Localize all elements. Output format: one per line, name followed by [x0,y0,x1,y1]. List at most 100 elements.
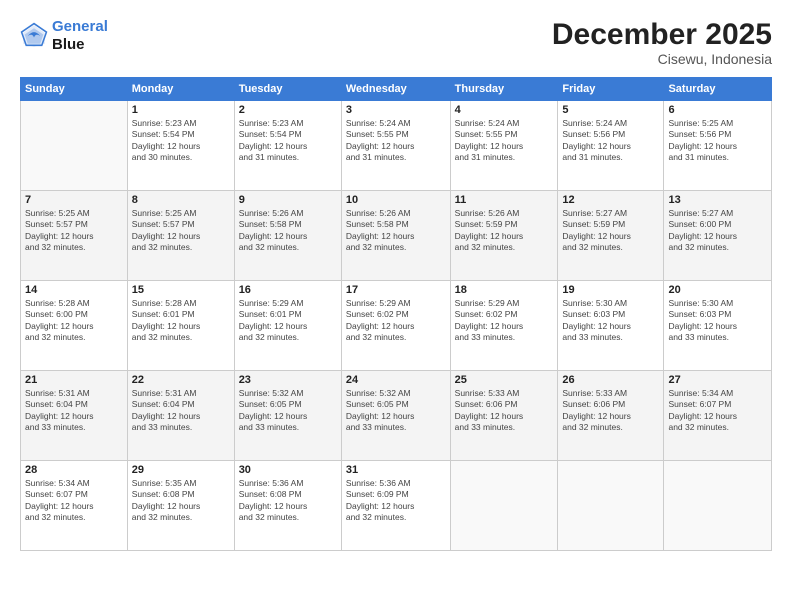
day-info: Sunrise: 5:33 AMSunset: 6:06 PMDaylight:… [562,388,659,434]
calendar-cell: 10Sunrise: 5:26 AMSunset: 5:58 PMDayligh… [341,191,450,281]
calendar-cell: 9 Sunrise: 5:26 AMSunset: 5:58 PMDaylight… [234,191,341,281]
calendar-cell: 25Sunrise: 5:33 AMSunset: 6:06 PMDayligh… [450,371,558,461]
day-number: 27 [668,374,767,386]
day-info: Sunrise: 5:36 AMSunset: 6:09 PMDaylight:… [346,478,446,524]
day-number: 29 [132,464,230,476]
day-number: 19 [562,284,659,296]
calendar-cell: 21Sunrise: 5:31 AMSunset: 6:04 PMDayligh… [21,371,128,461]
day-info: Sunrise: 5:26 AMSunset: 5:58 PMDaylight:… [239,208,337,254]
calendar-cell: 1Sunrise: 5:23 AMSunset: 5:54 PMDaylight… [127,101,234,191]
day-info: Sunrise: 5:28 AMSunset: 6:01 PMDaylight:… [132,298,230,344]
day-number: 4 [455,104,554,116]
calendar-cell: 18 Sunrise: 5:29 AMSunset: 6:02 PMDayligh… [450,281,558,371]
day-info: Sunrise: 5:29 AMSunset: 6:02 PMDaylight:… [455,298,554,344]
day-number: 9 [239,194,337,206]
calendar-row-4: 21 Sunrise: 5:31 AMSunset: 6:04 PMDayligh… [21,371,772,461]
day-info: Sunrise: 5:34 AMSunset: 6:07 PMDaylight:… [25,478,123,524]
day-number: 20 [668,284,767,296]
day-info: Sunrise: 5:36 AMSunset: 6:08 PMDaylight:… [239,478,337,524]
calendar-cell: 7 Sunrise: 5:25 AMSunset: 5:57 PMDaylight… [21,191,128,281]
calendar-cell: 14Sunrise: 5:28 AMSunset: 6:00 PMDayligh… [21,281,128,371]
calendar-cell: 27 Sunrise: 5:34 AMSunset: 6:07 PMDayligh… [664,371,772,461]
day-info: Sunrise: 5:23 AMSunset: 5:54 PMDaylight:… [239,118,337,164]
day-number: 12 [562,194,659,206]
calendar-cell: 29 Sunrise: 5:35 AMSunset: 6:08 PMDayligh… [127,461,234,551]
day-number: 24 [346,374,446,386]
day-number: 1 [132,104,230,116]
col-tuesday: Tuesday [234,78,341,101]
day-info: Sunrise: 5:24 AMSunset: 5:56 PMDaylight:… [562,118,659,164]
calendar-cell: 4 Sunrise: 5:24 AMSunset: 5:55 PMDaylight… [450,101,558,191]
calendar-row-3: 14Sunrise: 5:28 AMSunset: 6:00 PMDayligh… [21,281,772,371]
day-info: Sunrise: 5:29 AMSunset: 6:02 PMDaylight:… [346,298,446,344]
day-number: 13 [668,194,767,206]
calendar-cell: 19 Sunrise: 5:30 AMSunset: 6:03 PMDayligh… [558,281,664,371]
page-header: General Blue December 2025 Cisewu, Indon… [20,18,772,67]
day-number: 8 [132,194,230,206]
calendar-table: Sunday Monday Tuesday Wednesday Thursday… [20,77,772,551]
calendar-cell: 16Sunrise: 5:29 AMSunset: 6:01 PMDayligh… [234,281,341,371]
calendar-cell: 12 Sunrise: 5:27 AMSunset: 5:59 PMDayligh… [558,191,664,281]
col-sunday: Sunday [21,78,128,101]
day-number: 28 [25,464,123,476]
calendar-cell: 13Sunrise: 5:27 AMSunset: 6:00 PMDayligh… [664,191,772,281]
main-title: December 2025 [552,18,772,51]
calendar-cell: 17 Sunrise: 5:29 AMSunset: 6:02 PMDayligh… [341,281,450,371]
calendar-cell: 5 Sunrise: 5:24 AMSunset: 5:56 PMDaylight… [558,101,664,191]
col-thursday: Thursday [450,78,558,101]
calendar-row-2: 7 Sunrise: 5:25 AMSunset: 5:57 PMDaylight… [21,191,772,281]
calendar-cell: 23Sunrise: 5:32 AMSunset: 6:05 PMDayligh… [234,371,341,461]
calendar-cell: 8 Sunrise: 5:25 AMSunset: 5:57 PMDaylight… [127,191,234,281]
title-block: December 2025 Cisewu, Indonesia [552,18,772,67]
calendar-cell: 26 Sunrise: 5:33 AMSunset: 6:06 PMDayligh… [558,371,664,461]
day-info: Sunrise: 5:25 AMSunset: 5:57 PMDaylight:… [132,208,230,254]
calendar-row-5: 28 Sunrise: 5:34 AMSunset: 6:07 PMDayligh… [21,461,772,551]
day-info: Sunrise: 5:30 AMSunset: 6:03 PMDaylight:… [668,298,767,344]
day-number: 23 [239,374,337,386]
calendar-cell [558,461,664,551]
day-info: Sunrise: 5:34 AMSunset: 6:07 PMDaylight:… [668,388,767,434]
day-number: 11 [455,194,554,206]
col-friday: Friday [558,78,664,101]
day-info: Sunrise: 5:32 AMSunset: 6:05 PMDaylight:… [346,388,446,434]
day-number: 7 [25,194,123,206]
calendar-cell: 28 Sunrise: 5:34 AMSunset: 6:07 PMDayligh… [21,461,128,551]
day-info: Sunrise: 5:25 AMSunset: 5:57 PMDaylight:… [25,208,123,254]
col-saturday: Saturday [664,78,772,101]
day-info: Sunrise: 5:27 AMSunset: 5:59 PMDaylight:… [562,208,659,254]
day-number: 18 [455,284,554,296]
calendar-cell: 31 Sunrise: 5:36 AMSunset: 6:09 PMDayligh… [341,461,450,551]
day-number: 31 [346,464,446,476]
day-number: 30 [239,464,337,476]
calendar-cell: 22 Sunrise: 5:31 AMSunset: 6:04 PMDayligh… [127,371,234,461]
calendar-cell: 20 Sunrise: 5:30 AMSunset: 6:03 PMDayligh… [664,281,772,371]
calendar-cell: 2Sunrise: 5:23 AMSunset: 5:54 PMDaylight… [234,101,341,191]
day-info: Sunrise: 5:24 AMSunset: 5:55 PMDaylight:… [455,118,554,164]
calendar-cell: 30 Sunrise: 5:36 AMSunset: 6:08 PMDayligh… [234,461,341,551]
location-subtitle: Cisewu, Indonesia [552,51,772,67]
day-number: 17 [346,284,446,296]
col-wednesday: Wednesday [341,78,450,101]
calendar-cell: 24 Sunrise: 5:32 AMSunset: 6:05 PMDayligh… [341,371,450,461]
day-info: Sunrise: 5:26 AMSunset: 5:59 PMDaylight:… [455,208,554,254]
calendar-cell: 3Sunrise: 5:24 AMSunset: 5:55 PMDaylight… [341,101,450,191]
day-info: Sunrise: 5:35 AMSunset: 6:08 PMDaylight:… [132,478,230,524]
logo-icon [20,22,48,50]
day-number: 21 [25,374,123,386]
day-number: 15 [132,284,230,296]
day-info: Sunrise: 5:26 AMSunset: 5:58 PMDaylight:… [346,208,446,254]
calendar-row-1: 1 Sunrise: 5:23 AMSunset: 5:54 PMDaylight… [21,101,772,191]
day-number: 6 [668,104,767,116]
day-info: Sunrise: 5:24 AMSunset: 5:55 PMDaylight:… [346,118,446,164]
col-monday: Monday [127,78,234,101]
day-number: 26 [562,374,659,386]
calendar-cell: 11 Sunrise: 5:26 AMSunset: 5:59 PMDayligh… [450,191,558,281]
day-info: Sunrise: 5:33 AMSunset: 6:06 PMDaylight:… [455,388,554,434]
day-number: 16 [239,284,337,296]
day-info: Sunrise: 5:30 AMSunset: 6:03 PMDaylight:… [562,298,659,344]
day-number: 5 [562,104,659,116]
day-number: 22 [132,374,230,386]
calendar-cell: 15 Sunrise: 5:28 AMSunset: 6:01 PMDayligh… [127,281,234,371]
calendar-cell [450,461,558,551]
day-info: Sunrise: 5:31 AMSunset: 6:04 PMDaylight:… [132,388,230,434]
